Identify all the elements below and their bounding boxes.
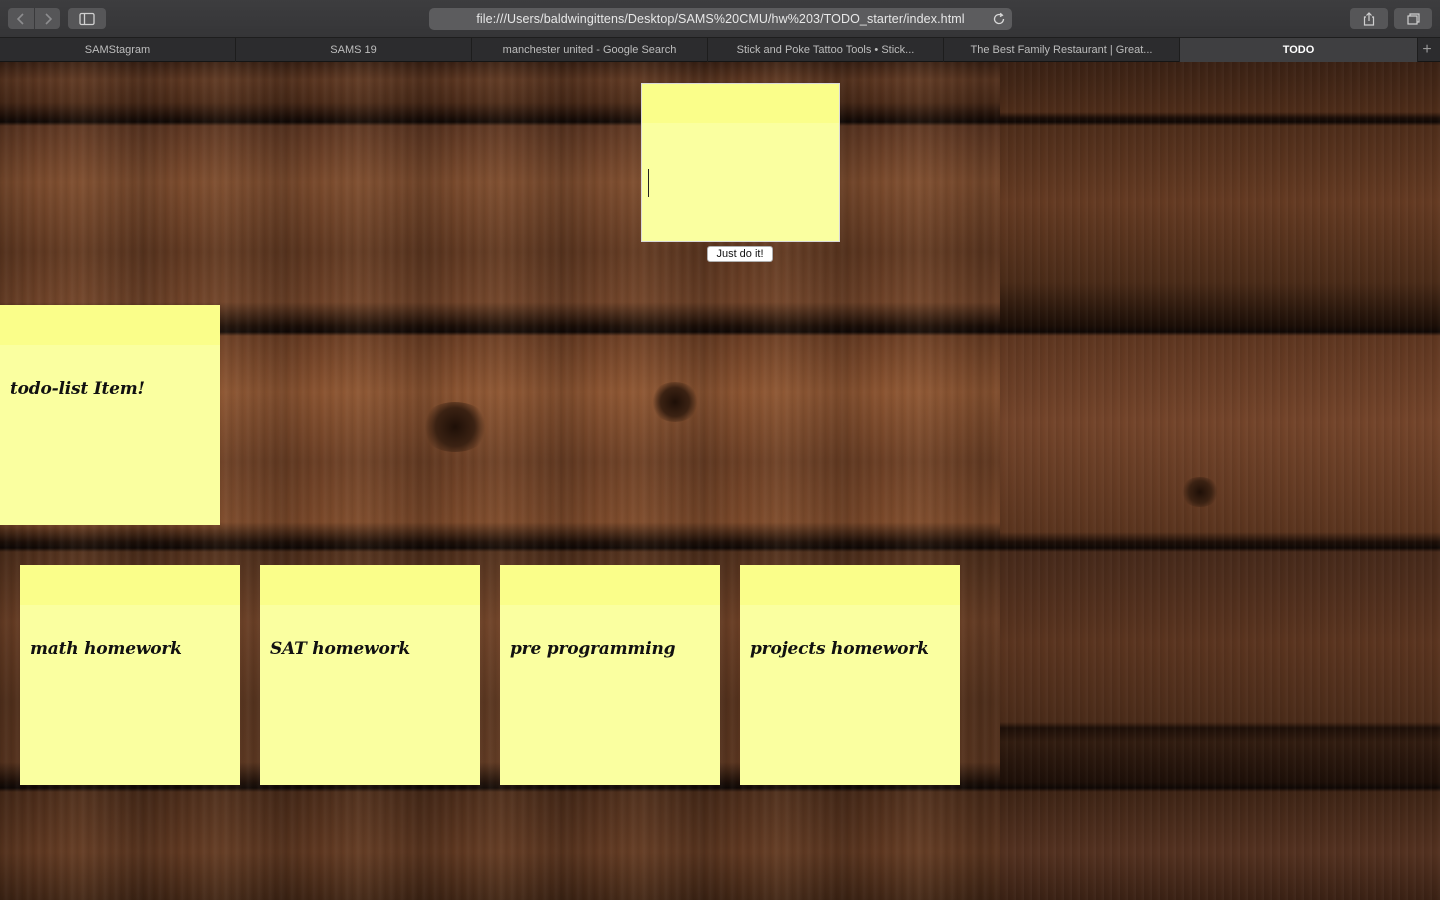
back-button[interactable] [8,8,34,29]
todo-note-text: SAT homework [270,639,410,659]
just-do-it-button[interactable]: Just do it! [707,246,773,262]
todo-note[interactable]: projects homework [740,565,960,785]
page-viewport: Just do it! todo-list Item! math homewor… [0,62,1440,900]
tab-samstagram[interactable]: SAMStagram [0,38,236,62]
todo-note-text: todo-list Item! [10,379,145,399]
tabs-overview-icon [1407,12,1420,25]
chevron-left-icon [16,12,24,25]
wood-knot [420,402,490,452]
text-cursor [648,169,649,197]
note-header-strip [642,84,839,123]
todo-note-text: math homework [30,639,182,659]
todo-note-featured[interactable]: todo-list Item! [0,305,220,525]
tab-todo[interactable]: TODO [1180,38,1418,62]
note-header-strip [500,565,720,605]
sidebar-icon [79,12,95,25]
todo-note[interactable]: math homework [20,565,240,785]
tab-google-search[interactable]: manchester united - Google Search [472,38,708,62]
forward-button[interactable] [34,8,60,29]
sidebar-toggle-button[interactable] [68,8,106,29]
url-text: file:///Users/baldwingittens/Desktop/SAM… [476,12,965,26]
tab-family-restaurant[interactable]: The Best Family Restaurant | Great... [944,38,1180,62]
share-icon [1363,11,1375,26]
todo-note-text: pre programming [510,639,676,659]
wood-knot [650,382,700,422]
chevron-right-icon [44,12,52,25]
todo-note[interactable]: SAT homework [260,565,480,785]
note-header-strip [0,305,220,345]
note-header-strip [20,565,240,605]
new-tab-button[interactable]: + [1414,38,1440,62]
tab-sams-19[interactable]: SAMS 19 [236,38,472,62]
note-header-strip [260,565,480,605]
browser-toolbar: file:///Users/baldwingittens/Desktop/SAM… [0,0,1440,38]
tab-overview-button[interactable] [1394,8,1432,29]
wood-background-tile [1000,62,1440,900]
note-header-strip [740,565,960,605]
reload-icon[interactable] [992,12,1006,26]
share-button[interactable] [1350,8,1388,29]
todo-note[interactable]: pre programming [500,565,720,785]
tab-tattoo-tools[interactable]: Stick and Poke Tattoo Tools • Stick... [708,38,944,62]
todo-note-text: projects homework [750,639,929,659]
wood-knot [1180,477,1220,507]
new-todo-input[interactable] [641,83,840,242]
tab-bar: SAMStagram SAMS 19 manchester united - G… [0,38,1440,62]
address-bar[interactable]: file:///Users/baldwingittens/Desktop/SAM… [429,8,1012,30]
navigation-buttons [8,8,60,29]
todo-list: math homework SAT homework pre programmi… [20,565,980,785]
